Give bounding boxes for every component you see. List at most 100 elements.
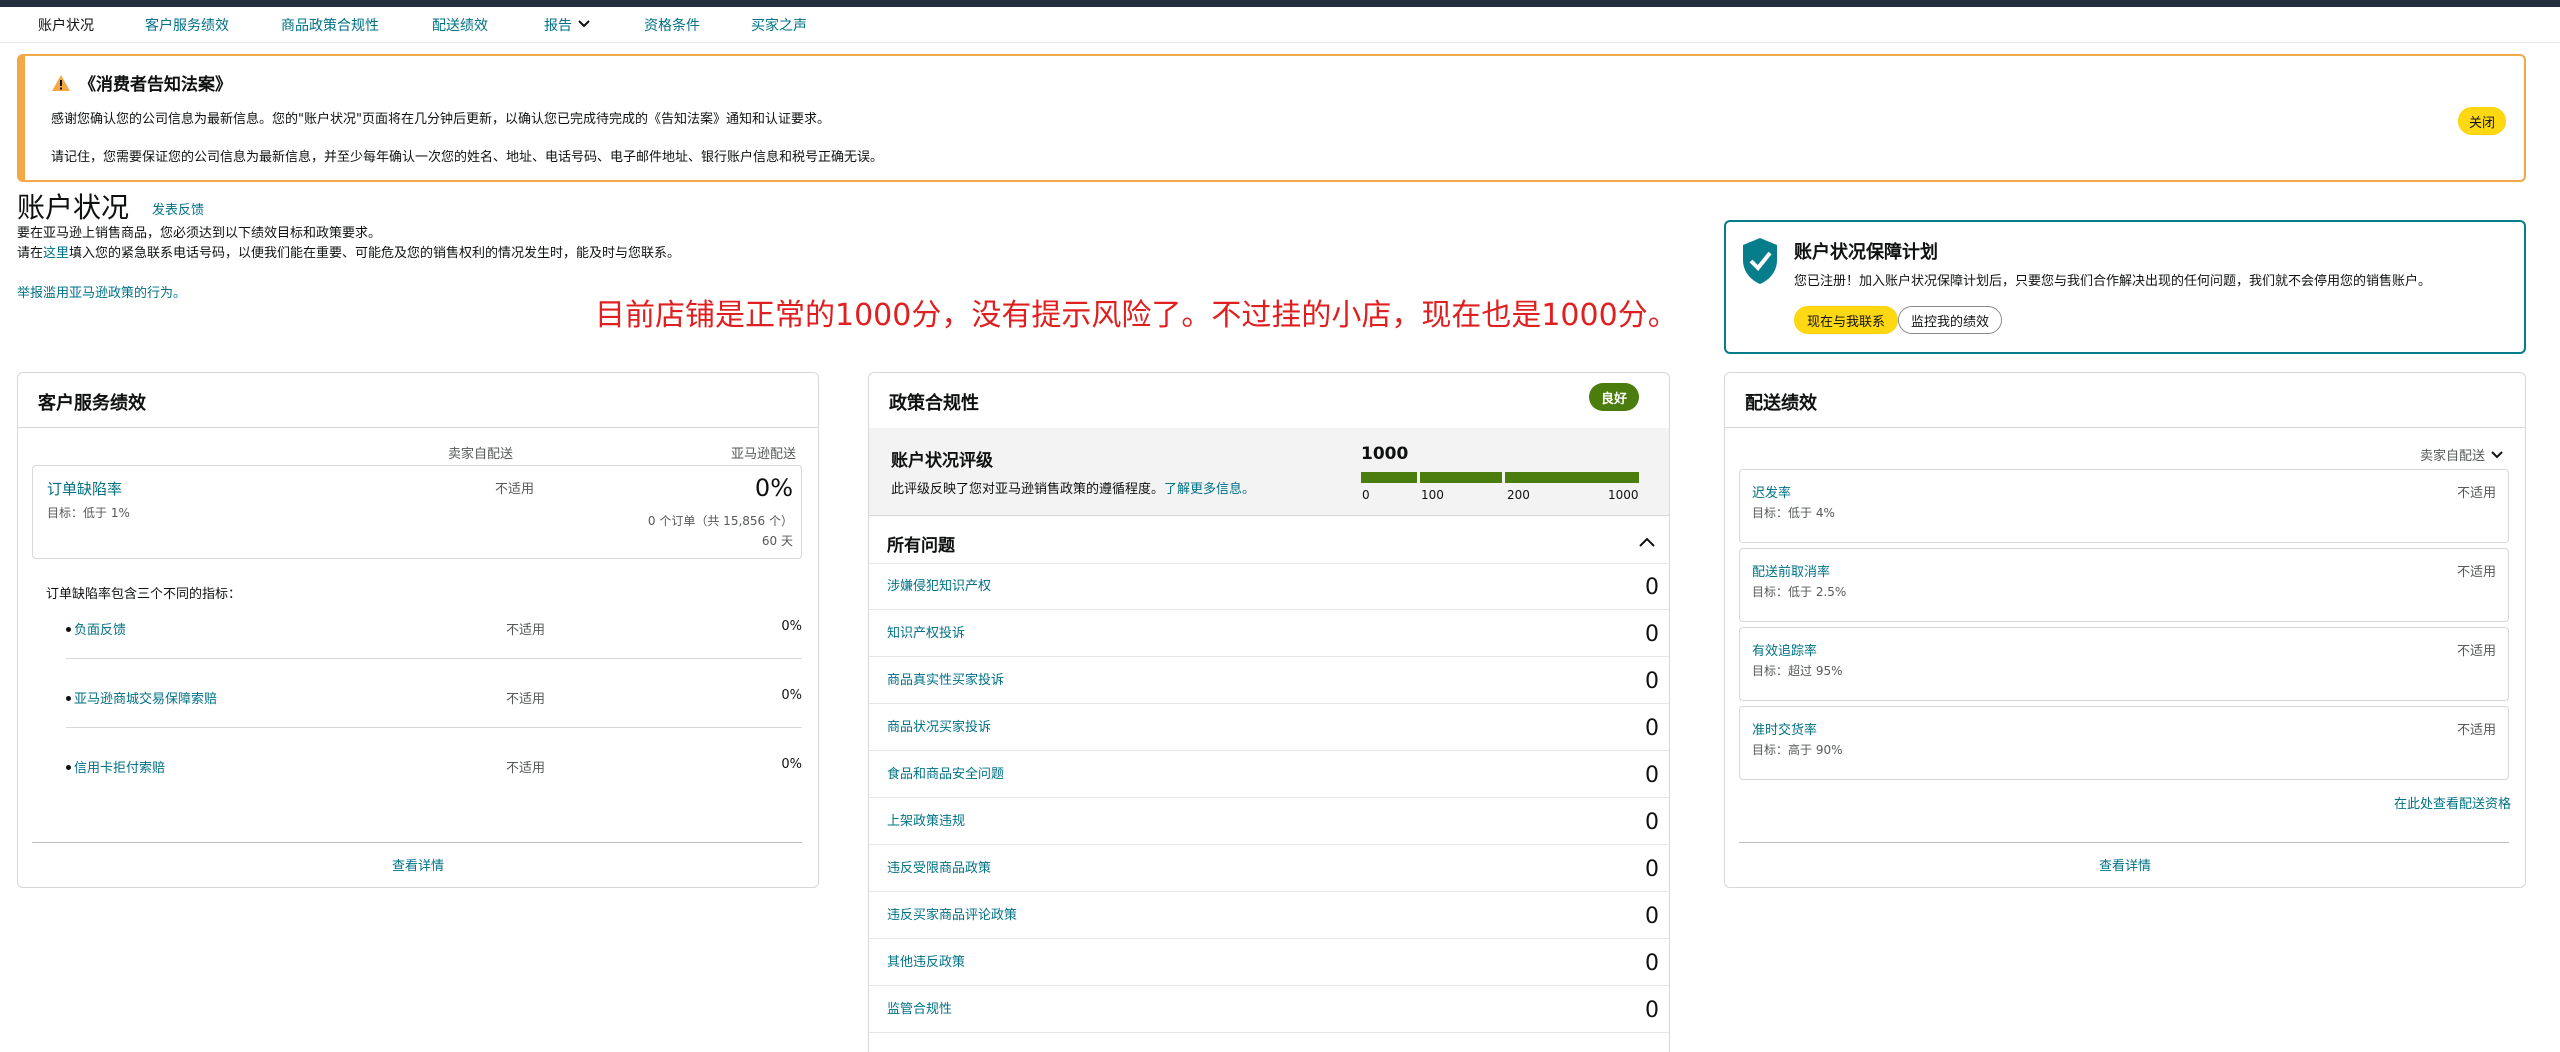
- ahr-desc-wrap: 此评级反映了您对亚马逊销售政策的遵循程度。了解更多信息。: [891, 478, 1255, 497]
- scale-100: 100: [1421, 488, 1444, 502]
- protection-plan-box: 账户状况保障计划 您已注册！加入账户状况保障计划后，只要您与我们合作解决出现的任…: [1724, 220, 2526, 354]
- col-seller-fulfilled: 卖家自配送: [448, 447, 514, 462]
- issue-count: 0: [1645, 622, 1659, 647]
- view-details-link[interactable]: 查看详情: [1725, 855, 2525, 874]
- issue-row: 知识产权投诉 0: [869, 610, 1669, 657]
- issue-authenticity[interactable]: 商品真实性买家投诉: [887, 669, 1004, 688]
- metric-value: 不适用: [2456, 486, 2496, 501]
- contact-text-post: 填入您的紧急联系电话号码，以便我们能在重要、可能危及您的销售权利的情况发生时，能…: [69, 246, 681, 261]
- metric-target: 目标：高于 90%: [1752, 743, 1843, 757]
- top-strip: [0, 0, 2560, 7]
- rating-bar-segment: [1361, 472, 1417, 483]
- issue-row: 违反受限商品政策 0: [869, 845, 1669, 892]
- issue-row: 涉嫌侵犯知识产权 0: [869, 563, 1669, 610]
- issue-count: 0: [1645, 575, 1659, 600]
- nav-policy-compliance[interactable]: 商品政策合规性: [281, 15, 379, 35]
- nav-reports[interactable]: 报告: [544, 15, 590, 35]
- customer-service-title: 客户服务绩效: [38, 393, 146, 414]
- view-details-link[interactable]: 查看详情: [18, 855, 818, 874]
- feedback-link[interactable]: 发表反馈: [152, 199, 204, 218]
- status-badge: 良好: [1588, 383, 1639, 411]
- nav-shipping[interactable]: 配送绩效: [432, 15, 488, 35]
- shipping-metric-row: 配送前取消率 目标：低于 2.5% 不适用: [1739, 548, 2509, 622]
- ahr-score: 1000: [1361, 444, 1409, 464]
- requirement-text: 要在亚马逊上销售商品，您必须达到以下绩效目标和政策要求。: [17, 226, 382, 241]
- issue-row: 上架政策违规 0: [869, 798, 1669, 845]
- odr-days: 60 天: [761, 534, 793, 548]
- learn-more-link[interactable]: 了解更多信息。: [1164, 482, 1255, 497]
- metric-value: 不适用: [2456, 644, 2496, 659]
- issue-ip-complaints[interactable]: 知识产权投诉: [887, 622, 965, 641]
- nav-customer-service[interactable]: 客户服务绩效: [145, 15, 229, 35]
- chevron-up-icon[interactable]: [1639, 537, 1655, 547]
- nav-voice-of-buyer[interactable]: 买家之声: [751, 15, 807, 35]
- chevron-down-icon: [2491, 450, 2503, 458]
- metric-seller-value: 不适用: [506, 761, 546, 776]
- metric-value: 不适用: [2456, 565, 2496, 580]
- emergency-contact-text: 请在这里填入您的紧急联系电话号码，以便我们能在重要、可能危及您的销售权利的情况发…: [17, 242, 680, 261]
- card-divider: [1725, 427, 2525, 428]
- issue-row: 商品状况买家投诉 0: [869, 704, 1669, 751]
- policy-compliance-card: 政策合规性 良好 账户状况评级 此评级反映了您对亚马逊销售政策的遵循程度。了解更…: [868, 372, 1670, 1052]
- odr-amazon-value: 0%: [754, 474, 793, 502]
- contact-me-button[interactable]: 现在与我联系: [1794, 306, 1899, 334]
- metric-target: 目标：低于 2.5%: [1752, 585, 1847, 599]
- protection-desc: 您已注册！加入账户状况保障计划后，只要您与我们合作解决出现的任何问题，我们就不会…: [1794, 274, 2432, 289]
- row-divider: [66, 658, 802, 659]
- metric-a-to-z-claims[interactable]: 亚马逊商城交易保障索赔: [74, 688, 217, 707]
- metric-negative-feedback[interactable]: 负面反馈: [74, 619, 126, 638]
- issue-row: 其他违反政策 0: [869, 939, 1669, 986]
- odr-name[interactable]: 订单缺陷率: [47, 478, 122, 499]
- shield-check-icon: [1743, 238, 1777, 284]
- monitor-performance-button[interactable]: 监控我的绩效: [1898, 306, 2003, 334]
- metric-on-time-delivery[interactable]: 准时交货率: [1752, 719, 1817, 738]
- issue-suspected-ip[interactable]: 涉嫌侵犯知识产权: [887, 575, 991, 594]
- issue-restricted-products[interactable]: 违反受限商品政策: [887, 857, 991, 876]
- contact-here-link[interactable]: 这里: [43, 246, 69, 261]
- metric-chargeback-claims[interactable]: 信用卡拒付索赔: [74, 757, 165, 776]
- issue-count: 0: [1645, 810, 1659, 835]
- customer-service-card: 客户服务绩效 卖家自配送 亚马逊配送 订单缺陷率 目标：低于 1% 不适用 0%…: [17, 372, 819, 888]
- card-divider: [18, 427, 818, 428]
- close-button[interactable]: 关闭: [2458, 107, 2506, 135]
- red-annotation: 目前店铺是正常的1000分，没有提示风险了。不过挂的小店，现在也是1000分。: [595, 298, 1678, 333]
- protection-title: 账户状况保障计划: [1794, 242, 1938, 263]
- fulfillment-dropdown[interactable]: 卖家自配送: [2420, 445, 2503, 464]
- issue-regulatory[interactable]: 监管合规性: [887, 998, 952, 1017]
- issue-row: 违反买家商品评论政策 0: [869, 892, 1669, 939]
- metric-late-dispatch[interactable]: 迟发率: [1752, 482, 1791, 501]
- alert-title: 《消费者告知法案》: [79, 75, 232, 95]
- issue-food-safety[interactable]: 食品和商品安全问题: [887, 763, 1004, 782]
- nav-eligibility[interactable]: 资格条件: [644, 15, 700, 35]
- ahr-title: 账户状况评级: [891, 451, 993, 471]
- nav-account-health[interactable]: 账户状况: [38, 15, 94, 35]
- issue-other-policy[interactable]: 其他违反政策: [887, 951, 965, 970]
- issue-row: 商品真实性买家投诉 0: [869, 657, 1669, 704]
- shipping-performance-card: 配送绩效 卖家自配送 迟发率 目标：低于 4% 不适用 配送前取消率 目标：低于…: [1724, 372, 2526, 888]
- scale-200: 200: [1507, 488, 1530, 502]
- footer-divider: [1739, 842, 2509, 843]
- odr-intro: 订单缺陷率包含三个不同的指标：: [46, 587, 242, 602]
- issue-count: 0: [1645, 716, 1659, 741]
- issue-listing-policy[interactable]: 上架政策违规: [887, 810, 965, 829]
- report-abuse-link[interactable]: 举报滥用亚马逊政策的行为。: [17, 282, 186, 301]
- rating-bar-segment: [1505, 472, 1639, 483]
- all-issues-title: 所有问题: [887, 536, 955, 556]
- issue-condition[interactable]: 商品状况买家投诉: [887, 716, 991, 735]
- odr-seller-value: 不适用: [495, 482, 535, 497]
- alert-text-2: 请记住，您需要保证您的公司信息为最新信息，并至少每年确认一次您的姓名、地址、电话…: [51, 150, 884, 165]
- shipping-eligibility-link[interactable]: 在此处查看配送资格: [2394, 793, 2511, 812]
- alert-heading: 《消费者告知法案》: [51, 70, 232, 95]
- warning-icon: [52, 74, 70, 91]
- metric-amazon-value: 0%: [781, 688, 802, 703]
- footer-divider: [32, 842, 802, 843]
- bullet: [66, 696, 71, 701]
- top-nav: 账户状况 客户服务绩效 商品政策合规性 配送绩效 报告 资格条件 买家之声: [0, 7, 2560, 43]
- metric-amazon-value: 0%: [781, 757, 802, 772]
- issue-count: 0: [1645, 904, 1659, 929]
- fulfillment-dropdown-label: 卖家自配送: [2419, 449, 2485, 464]
- metric-valid-tracking[interactable]: 有效追踪率: [1752, 640, 1817, 659]
- metric-target: 目标：超过 95%: [1752, 664, 1843, 678]
- issue-review-policy[interactable]: 违反买家商品评论政策: [887, 904, 1017, 923]
- metric-cancellation[interactable]: 配送前取消率: [1752, 561, 1830, 580]
